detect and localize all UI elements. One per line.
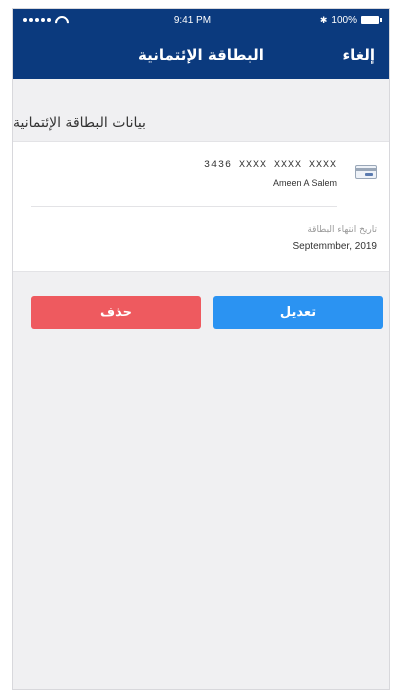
- signal-group: [23, 16, 65, 24]
- nav-bar: البطاقة الإئتمانية إلغاء: [13, 31, 389, 79]
- section-header: بيانات البطاقة الإئتمانية: [13, 115, 146, 131]
- card-row: 3436 XXXX XXXX XXXX Ameen A Salem: [13, 142, 389, 206]
- card-holder-name: Ameen A Salem: [272, 178, 337, 188]
- signal-dots-icon: [23, 18, 51, 22]
- edit-button[interactable]: تعديل: [213, 296, 383, 329]
- card-details-group: 3436 XXXX XXXX XXXX Ameen A Salem تاريخ …: [13, 141, 389, 272]
- wifi-icon: [55, 16, 65, 24]
- expiry-row: تاريخ انتهاء البطاقة Septemmber, 2019: [13, 207, 389, 271]
- phone-screen: 9:41 PM ✱ 100% البطاقة الإئتمانية إلغاء …: [12, 8, 390, 690]
- credit-card-icon: [355, 165, 377, 179]
- status-time: 9:41 PM: [173, 14, 212, 26]
- expiry-label: تاريخ انتهاء البطاقة: [307, 225, 377, 235]
- card-number: 3436 XXXX XXXX XXXX: [203, 160, 337, 171]
- battery-percent: 100%: [331, 14, 357, 26]
- delete-button[interactable]: حذف: [31, 296, 201, 329]
- battery-group: ✱ 100%: [319, 14, 382, 26]
- bluetooth-icon: ✱: [319, 14, 328, 25]
- status-bar: 9:41 PM ✱ 100%: [13, 9, 389, 31]
- battery-icon: [361, 16, 382, 24]
- expiry-value: Septemmber, 2019: [292, 241, 378, 252]
- page-title: البطاقة الإئتمانية: [138, 46, 264, 64]
- action-buttons: حذف تعديل: [13, 272, 389, 329]
- cancel-button[interactable]: إلغاء: [342, 46, 375, 64]
